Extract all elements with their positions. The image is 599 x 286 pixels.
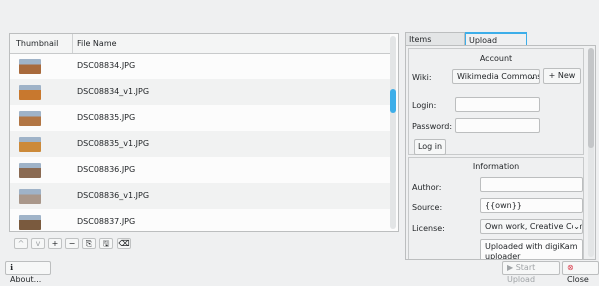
thumbnail-image — [19, 59, 41, 74]
header-filename[interactable]: File Name — [77, 39, 117, 48]
move-up-button[interactable]: ^ — [14, 238, 28, 249]
thumbnail-image — [19, 85, 41, 100]
panel-scrollbar-handle[interactable] — [588, 48, 594, 148]
tab-upload-settings[interactable]: Upload Settings — [465, 32, 527, 58]
chevron-down-icon: ⌄ — [529, 72, 536, 81]
file-list[interactable]: Thumbnail File Name DSC08834.JPG DSC0883… — [9, 33, 399, 232]
thumbnail-image — [19, 163, 41, 178]
close-button[interactable]: ⊗ Close — [562, 261, 599, 284]
thumbnail-image — [19, 111, 41, 126]
header-separator — [72, 34, 73, 53]
license-label: License: — [412, 224, 445, 233]
table-row[interactable]: DSC08837.JPG — [10, 209, 390, 231]
remove-items-button[interactable]: − — [65, 238, 79, 249]
wiki-select-value: Wikimedia Commons — [457, 72, 540, 81]
wiki-label: Wiki: — [412, 73, 432, 82]
password-field[interactable] — [455, 118, 540, 133]
tab-items-properties[interactable]: Items Properties — [405, 32, 465, 57]
file-name: DSC08836.JPG — [77, 165, 136, 174]
thumbnail-image — [19, 189, 41, 204]
login-label: Login: — [412, 101, 437, 110]
file-name: DSC08836_v1.JPG — [77, 191, 150, 200]
author-field[interactable] — [480, 177, 583, 192]
play-icon: ▶ — [507, 263, 514, 272]
list-header: Thumbnail File Name — [10, 34, 390, 54]
close-icon: ⊗ — [567, 263, 574, 272]
information-title: Information — [472, 162, 520, 171]
table-row[interactable]: DSC08836_v1.JPG — [10, 183, 390, 209]
description-field[interactable]: Uploaded with digiKam uploader — [480, 239, 583, 259]
move-down-button[interactable]: v — [31, 238, 45, 249]
file-name: DSC08834.JPG — [77, 61, 136, 70]
new-account-button[interactable]: + New — [543, 68, 581, 84]
load-list-button[interactable]: ⎘ — [82, 238, 96, 249]
file-name: DSC08835_v1.JPG — [77, 139, 150, 148]
table-row[interactable]: DSC08834.JPG — [10, 53, 390, 79]
list-scrollbar-handle[interactable] — [390, 89, 396, 113]
thumbnail-image — [19, 137, 41, 152]
add-items-button[interactable]: + — [48, 238, 62, 249]
about-button-label: About... — [10, 275, 42, 284]
panel-scrollbar[interactable] — [588, 48, 594, 257]
information-section: Information Author: Source: {{own}} Lice… — [408, 157, 584, 259]
author-label: Author: — [412, 183, 442, 192]
close-button-label: Close — [567, 275, 589, 284]
table-row[interactable]: DSC08836.JPG — [10, 157, 390, 183]
account-section: Account Wiki: Wikimedia Commons ⌄ + New … — [408, 48, 584, 155]
account-title: Account — [479, 54, 513, 63]
save-list-button[interactable]: 🖫 — [99, 238, 113, 249]
start-upload-button[interactable]: ▶ Start Upload — [502, 261, 560, 284]
list-scrollbar[interactable] — [390, 36, 396, 229]
license-select[interactable]: Own work, Creative Commo ⌄ — [480, 219, 583, 234]
info-icon: ℹ — [10, 263, 14, 272]
chevron-down-icon: ⌄ — [573, 220, 580, 233]
upload-settings-panel: Account Wiki: Wikimedia Commons ⌄ + New … — [405, 45, 596, 260]
license-select-value: Own work, Creative Commo — [485, 222, 582, 231]
header-thumbnail[interactable]: Thumbnail — [16, 39, 58, 48]
file-name: DSC08834_v1.JPG — [77, 87, 150, 96]
about-button[interactable]: ℹ About... — [5, 261, 51, 284]
wiki-select[interactable]: Wikimedia Commons ⌄ — [452, 69, 540, 84]
file-name: DSC08835.JPG — [77, 113, 136, 122]
table-row[interactable]: DSC08835_v1.JPG — [10, 131, 390, 157]
table-row[interactable]: DSC08835.JPG — [10, 105, 390, 131]
file-name: DSC08837.JPG — [77, 217, 136, 226]
password-label: Password: — [412, 122, 453, 131]
thumbnail-image — [19, 215, 41, 230]
table-row[interactable]: DSC08834_v1.JPG — [10, 79, 390, 105]
login-button[interactable]: Log in — [414, 139, 446, 155]
clear-list-button[interactable]: ⌫ — [117, 238, 131, 249]
source-label: Source: — [412, 203, 443, 212]
source-field[interactable]: {{own}} — [480, 198, 583, 213]
login-field[interactable] — [455, 97, 540, 112]
